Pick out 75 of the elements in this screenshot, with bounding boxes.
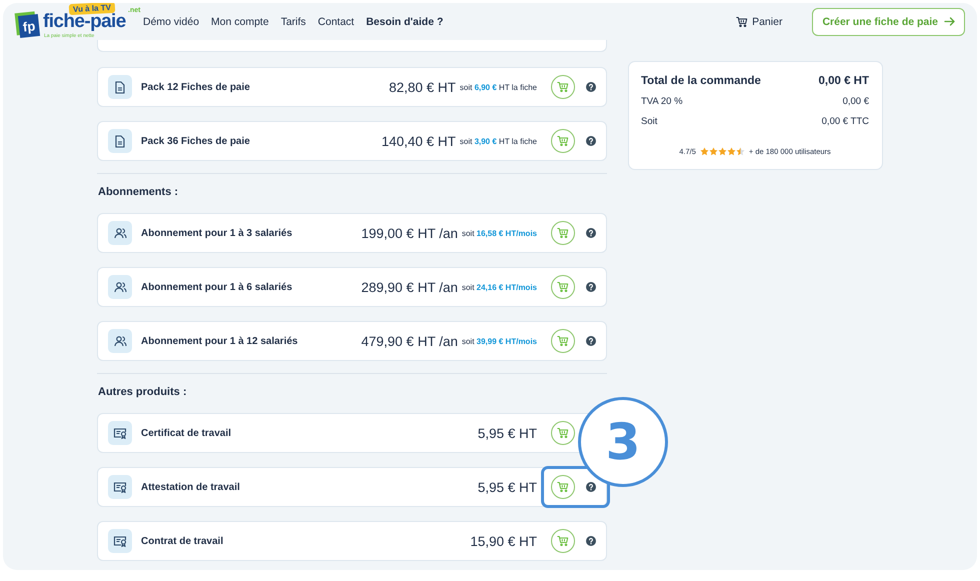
add-to-cart-button[interactable]: [551, 329, 575, 353]
add-to-cart-button[interactable]: [551, 275, 575, 299]
nav-link[interactable]: Démo vidéo: [143, 16, 200, 28]
star-icon: [726, 147, 736, 156]
document-icon: [114, 80, 126, 94]
unit-price: soit 24,16 € HT/mois: [462, 282, 537, 292]
cart-icon: [557, 427, 569, 439]
product-name: Contrat de travail: [141, 536, 224, 546]
product-name: Attestation de travail: [141, 482, 240, 492]
unit-price: soit 3,90 € HT la fiche: [460, 136, 537, 146]
cart-link[interactable]: Panier: [736, 16, 782, 28]
star-icon: [736, 147, 745, 156]
add-to-cart-button[interactable]: [551, 421, 575, 445]
unit-price: soit 6,90 € HT la fiche: [460, 82, 537, 92]
help-icon[interactable]: [586, 482, 596, 492]
help-icon[interactable]: [586, 82, 596, 92]
summary-value: 0,00 €: [842, 96, 869, 107]
star-icon: [700, 147, 709, 156]
cart-icon: [736, 16, 748, 28]
product-price: 479,90 € HT /an: [361, 334, 458, 348]
nav-link[interactable]: Contact: [318, 16, 354, 28]
product-name: Pack 12 Fiches de paie: [141, 82, 250, 92]
cart-icon: [557, 481, 569, 493]
add-to-cart-button[interactable]: [551, 129, 575, 153]
cart-icon: [557, 135, 569, 147]
product-price: 289,90 € HT /an: [361, 280, 458, 294]
nav-link[interactable]: Besoin d'aide ?: [366, 16, 444, 28]
help-icon[interactable]: [586, 136, 596, 146]
product-price: 5,95 € HT: [478, 480, 537, 494]
star-icon: [708, 147, 718, 156]
help-icon[interactable]: [586, 336, 596, 346]
document-icon: [114, 134, 126, 148]
product-price: 15,90 € HT: [470, 534, 537, 548]
people-icon: [114, 335, 126, 347]
cart-icon: [557, 281, 569, 293]
cart-icon: [557, 335, 569, 347]
product-price: 140,40 € HT: [381, 134, 456, 148]
star-icon: [718, 147, 727, 156]
certificate-icon: [113, 427, 127, 439]
product-name: Abonnement pour 1 à 12 salariés: [141, 336, 298, 346]
nav-link[interactable]: Tarifs: [280, 16, 306, 28]
help-icon[interactable]: [586, 228, 596, 238]
cart-icon: [557, 535, 569, 547]
add-to-cart-button[interactable]: [551, 529, 575, 553]
add-to-cart-button[interactable]: [551, 475, 575, 499]
add-to-cart-button[interactable]: [551, 75, 575, 99]
unit-price: soit 39,99 € HT/mois: [462, 336, 537, 346]
total-amount: 0,00 € HT: [818, 75, 869, 87]
people-icon: [114, 227, 126, 239]
summary-title: Total de la commande: [641, 75, 761, 87]
certificate-icon: [113, 481, 127, 493]
product-price: 5,95 € HT: [478, 426, 537, 440]
arrow-icon: [944, 17, 955, 26]
product-name: Abonnement pour 1 à 6 salariés: [141, 282, 292, 292]
summary-label: Soit: [641, 116, 658, 127]
logo-monogram: fp: [18, 14, 40, 38]
step-number: 3: [578, 397, 668, 487]
product-name: Pack 36 Fiches de paie: [141, 136, 250, 146]
help-icon[interactable]: [586, 282, 596, 292]
product-price: 82,80 € HT: [388, 80, 456, 94]
add-to-cart-button[interactable]: [551, 221, 575, 245]
section-heading: Abonnements :: [98, 185, 180, 200]
nav-link[interactable]: Mon compte: [211, 16, 269, 28]
unit-price: soit 16,58 € HT/mois: [462, 228, 537, 238]
cart-icon: [557, 81, 569, 93]
section-heading: Autres produits :: [98, 385, 188, 400]
people-icon: [114, 281, 126, 293]
help-icon[interactable]: [586, 536, 596, 546]
product-price: 199,00 € HT /an: [361, 226, 458, 240]
product-name: Certificat de travail: [141, 428, 232, 438]
summary-label: TVA 20 %: [641, 96, 683, 107]
product-name: Abonnement pour 1 à 3 salariés: [141, 228, 292, 238]
summary-value: 0,00 € TTC: [822, 116, 869, 127]
certificate-icon: [113, 535, 127, 547]
cart-icon: [557, 227, 569, 239]
